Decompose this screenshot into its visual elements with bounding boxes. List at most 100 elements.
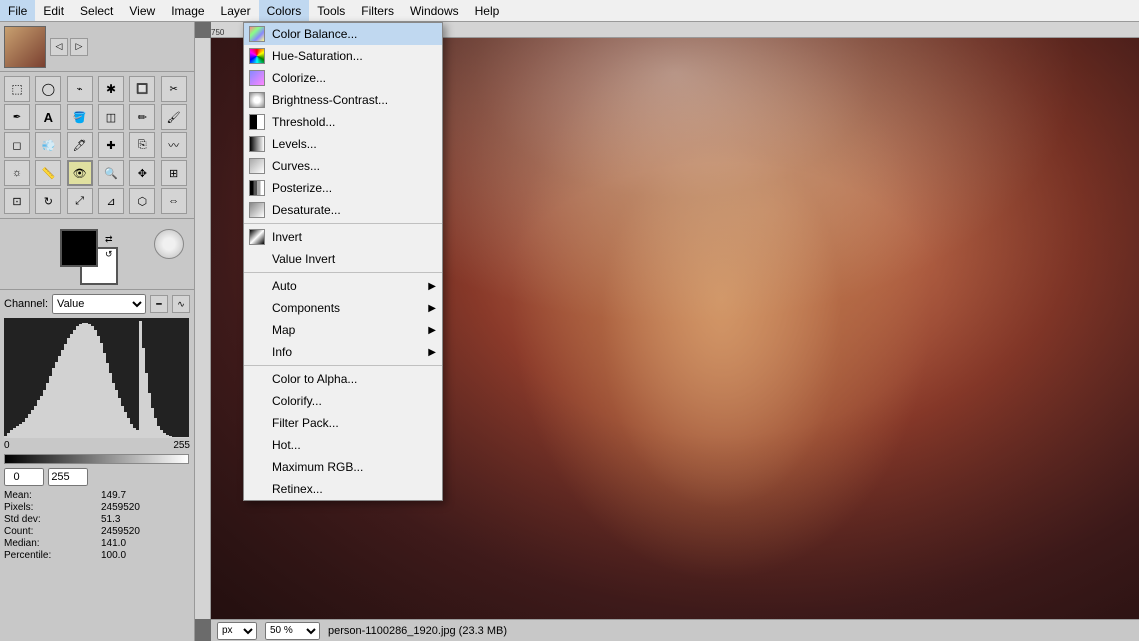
std-value: 51.3 [101,514,190,525]
tool-ellipse-select[interactable]: ◯ [35,76,61,102]
tool-color-picker[interactable]: 👁 [67,160,93,186]
posterize-icon [248,179,266,197]
nav-btn-2[interactable]: ▷ [70,38,88,56]
hot-icon [248,436,266,454]
menu-hot[interactable]: Hot... [244,434,442,456]
histogram-log-btn[interactable]: ∿ [172,295,190,313]
menu-file[interactable]: File [0,0,35,21]
menu-desaturate[interactable]: Desaturate... [244,199,442,221]
menu-value-invert[interactable]: Value Invert [244,248,442,270]
tool-heal[interactable]: ✚ [98,132,124,158]
components-icon [248,299,266,317]
menu-invert[interactable]: Invert [244,226,442,248]
menu-colorify[interactable]: Colorify... [244,390,442,412]
fg-color-swatch[interactable] [60,229,98,267]
tool-crop[interactable]: ⊡ [4,188,30,214]
menu-color-to-alpha[interactable]: Color to Alpha... [244,368,442,390]
menu-posterize[interactable]: Posterize... [244,177,442,199]
tool-scale[interactable]: ⤢ [67,188,93,214]
menu-view[interactable]: View [121,0,163,21]
tool-select-by-color[interactable]: 🔲 [129,76,155,102]
map-icon [248,321,266,339]
menu-retinex[interactable]: Retinex... [244,478,442,500]
zoom-select[interactable]: 50 % 100 % 25 % [265,622,320,640]
components-submenu-arrow: ▶ [428,303,436,314]
histogram-canvas [4,318,189,438]
count-label: Count: [4,526,93,537]
median-label: Median: [4,538,93,549]
menu-hue-saturation[interactable]: Hue-Saturation... [244,45,442,67]
menu-colors[interactable]: Colors [259,0,310,21]
menu-tools[interactable]: Tools [309,0,353,21]
menu-brightness-contrast[interactable]: Brightness-Contrast... [244,89,442,111]
menu-windows[interactable]: Windows [402,0,467,21]
menu-separator-3 [244,365,442,366]
spinner-row [4,468,190,486]
levels-icon [248,135,266,153]
map-submenu-arrow: ▶ [428,325,436,336]
menu-auto[interactable]: Auto ▶ [244,275,442,297]
channel-select[interactable]: Value Red Green Blue [52,294,146,314]
levels-row: 0 255 [4,440,190,451]
tool-measure[interactable]: 📏 [35,160,61,186]
tool-free-select[interactable]: ⌁ [67,76,93,102]
tool-clone[interactable]: ⎘ [129,132,155,158]
menu-filter-pack[interactable]: Filter Pack... [244,412,442,434]
reset-colors-btn[interactable]: ↺ [105,249,113,260]
menu-info[interactable]: Info ▶ [244,341,442,363]
menu-help[interactable]: Help [467,0,508,21]
quick-mask-btn[interactable] [154,229,184,259]
tool-text[interactable]: A [35,104,61,130]
tool-perspective[interactable]: ⬡ [129,188,155,214]
menu-components[interactable]: Components ▶ [244,297,442,319]
tool-airbrush[interactable]: 💨 [35,132,61,158]
percentile-label: Percentile: [4,550,93,561]
tool-ink[interactable]: 🖊 [67,132,93,158]
menu-filters[interactable]: Filters [353,0,402,21]
tool-shear[interactable]: ⊿ [98,188,124,214]
tool-eraser[interactable]: ◻ [4,132,30,158]
menu-maximum-rgb[interactable]: Maximum RGB... [244,456,442,478]
unit-select[interactable]: px % cm [217,622,257,640]
mean-label: Mean: [4,490,93,501]
tool-scissors[interactable]: ✂ [161,76,187,102]
histogram-linear-btn[interactable]: ━ [150,295,168,313]
tool-rect-select[interactable]: ⬚ [4,76,30,102]
input-max[interactable] [48,468,88,486]
tool-rotate[interactable]: ↻ [35,188,61,214]
menu-map[interactable]: Map ▶ [244,319,442,341]
colorify-icon [248,392,266,410]
menu-color-balance[interactable]: Color Balance... [244,23,442,45]
input-min[interactable] [4,468,44,486]
menu-curves[interactable]: Curves... [244,155,442,177]
tool-preview [4,26,46,68]
tool-align[interactable]: ⊞ [161,160,187,186]
menu-colorize[interactable]: Colorize... [244,67,442,89]
menu-separator-1 [244,223,442,224]
tool-fuzzy-select[interactable]: ✱ [98,76,124,102]
menu-edit[interactable]: Edit [35,0,72,21]
channel-select-row: Channel: Value Red Green Blue ━ ∿ [4,294,190,314]
menu-layer[interactable]: Layer [213,0,259,21]
menu-image[interactable]: Image [163,0,212,21]
tool-dodge-burn[interactable]: ☼ [4,160,30,186]
tool-smudge[interactable]: 〰 [161,132,187,158]
invert-icon [248,228,266,246]
tool-bucket-fill[interactable]: 🪣 [67,104,93,130]
tool-pencil[interactable]: ✏ [129,104,155,130]
tool-zoom[interactable]: 🔍 [98,160,124,186]
tool-blend[interactable]: ◫ [98,104,124,130]
curves-icon [248,157,266,175]
tool-flip[interactable]: ⇔ [161,188,187,214]
menu-levels[interactable]: Levels... [244,133,442,155]
color-balance-icon [248,25,266,43]
tool-move[interactable]: ✥ [129,160,155,186]
menu-select[interactable]: Select [72,0,121,21]
swap-colors-btn[interactable]: ⇄ [105,234,113,245]
colors-menu: Color Balance... Hue-Saturation... Color… [243,22,443,501]
menu-threshold[interactable]: Threshold... [244,111,442,133]
tool-paths[interactable]: ✒ [4,104,30,130]
tool-paintbrush[interactable]: 🖌 [161,104,187,130]
level-max: 255 [173,440,190,451]
nav-btn-1[interactable]: ◁ [50,38,68,56]
